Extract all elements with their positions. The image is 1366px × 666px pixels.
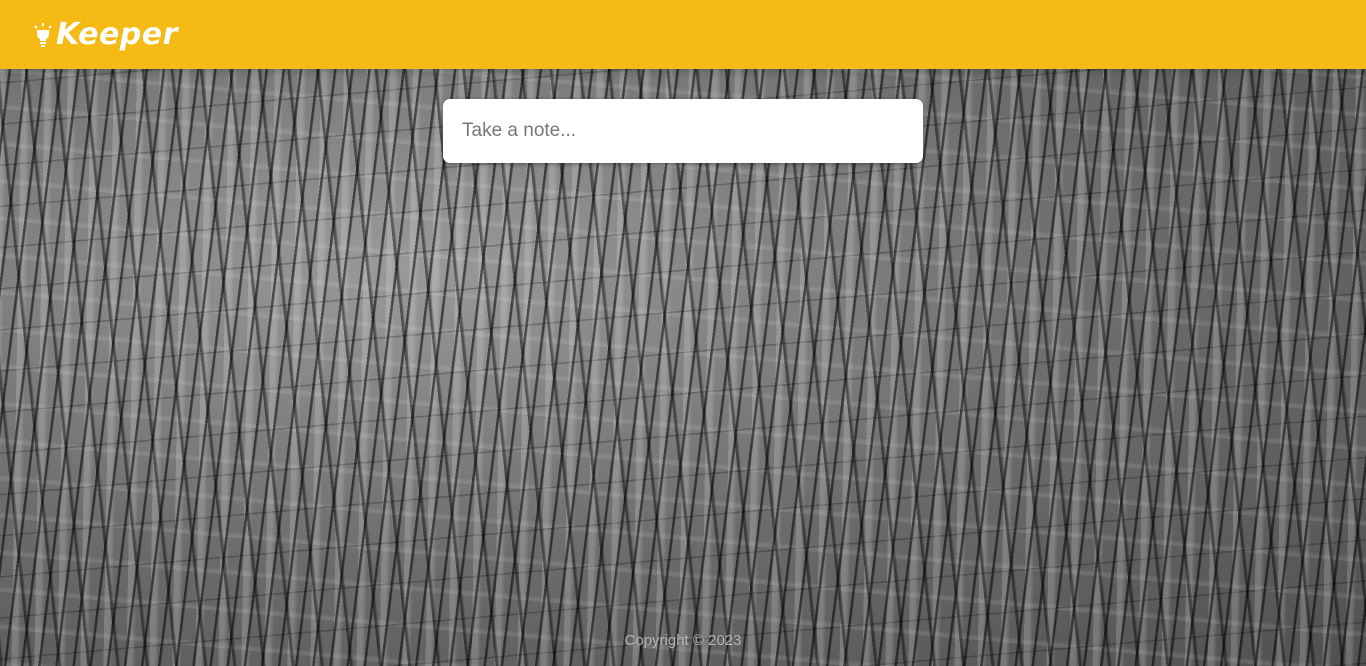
- page-footer: Copyright © 2023: [0, 632, 1366, 654]
- create-note-form: [443, 99, 923, 163]
- app-logo[interactable]: Keeper: [34, 17, 178, 52]
- note-input[interactable]: [462, 120, 904, 142]
- app-header: Keeper: [0, 0, 1366, 69]
- copyright-text: Copyright © 2023: [624, 632, 742, 649]
- lightbulb-icon: [34, 22, 52, 47]
- app-title: Keeper: [56, 17, 178, 52]
